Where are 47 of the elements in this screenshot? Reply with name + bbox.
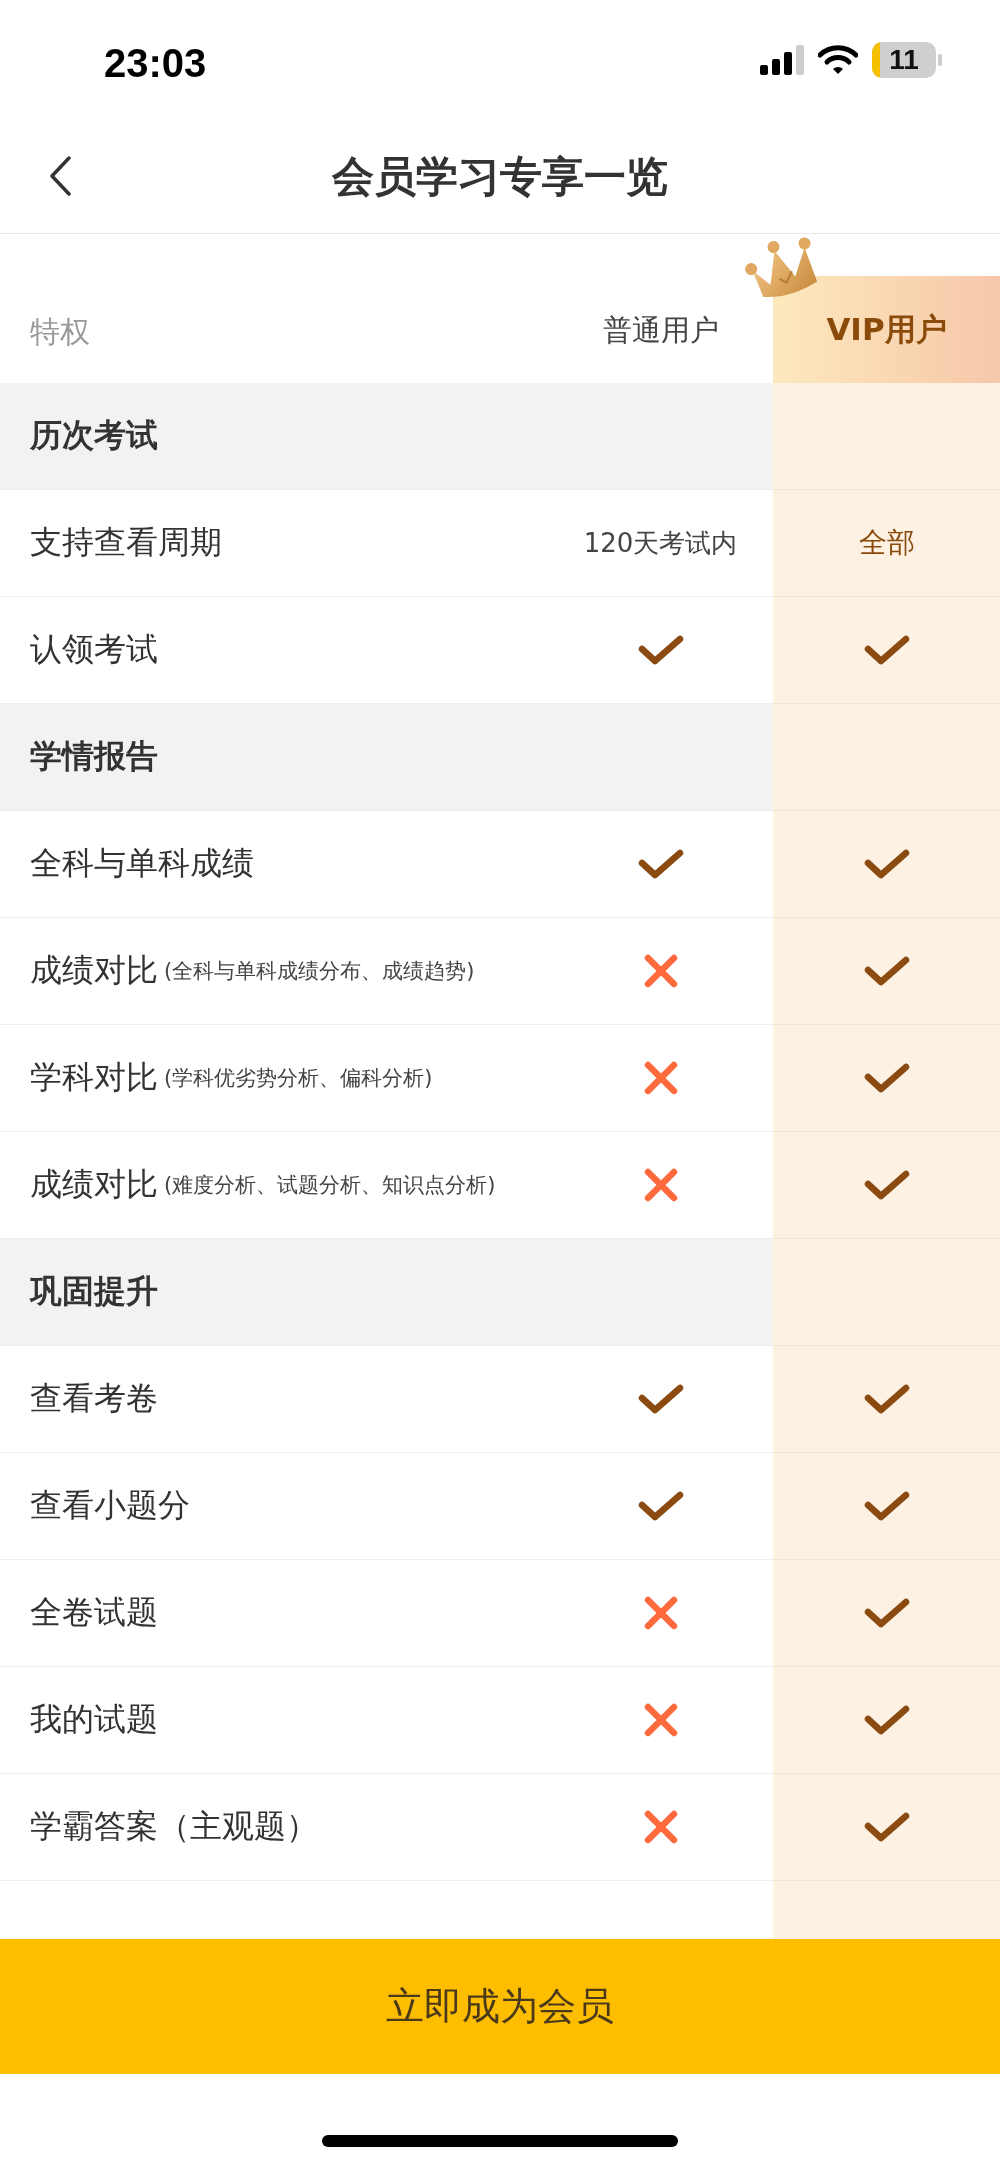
section-title: 学情报告 [29,736,159,777]
feature-label: 学科对比 [30,1057,158,1098]
check-icon [863,1597,910,1629]
check-icon [863,1169,910,1201]
feature-label: 认领考试 [30,629,158,670]
check-icon [863,848,910,880]
cell-text: 120天考试内 [583,526,738,560]
section-title: 历次考试 [29,415,159,456]
check-icon [863,1811,910,1843]
cross-icon [643,1596,678,1630]
feature-label: 我的试题 [30,1699,158,1740]
feature-note: (学科优劣势分析、偏科分析) [164,1065,433,1092]
check-icon [637,1490,684,1522]
check-icon [637,1383,684,1415]
feature-label: 全科与单科成绩 [30,843,254,884]
check-icon [863,1490,910,1522]
feature-label: 查看小题分 [30,1485,190,1526]
section-title: 巩固提升 [28,1271,159,1312]
check-icon [863,955,910,987]
check-icon [863,1062,910,1094]
cross-icon [643,1810,678,1844]
cell-text: 全部 [858,525,915,561]
clock-time: 23:03 [104,39,207,86]
check-icon [863,1383,910,1415]
cross-icon [643,1168,678,1202]
feature-label: 查看考卷 [30,1378,158,1419]
feature-label: 学霸答案（主观题） [30,1806,318,1847]
wifi-icon [818,45,858,75]
check-icon [637,848,684,880]
feature-label: 成绩对比 [30,1164,158,1205]
feature-label: 全卷试题 [30,1592,158,1633]
page-title: 会员学习专享一览 [332,150,668,203]
feature-label: 成绩对比 [30,950,158,991]
check-icon [863,1704,910,1736]
cross-icon [643,954,678,988]
cross-icon [643,1061,678,1095]
feature-note: (难度分析、试题分析、知识点分析) [164,1172,496,1199]
vip-column-header: VIP用户 [773,276,1000,383]
check-icon [863,634,910,666]
join-button[interactable]: 立即成为会员 [0,1939,1000,2074]
cross-icon [643,1703,678,1737]
column-header: 特权 [29,313,91,351]
feature-label: 支持查看周期 [30,522,222,563]
signal-icon [760,45,804,75]
feature-note: (全科与单科成绩分布、成绩趋势) [164,958,475,985]
column-header: 普通用户 [602,312,719,349]
check-icon [637,634,684,666]
